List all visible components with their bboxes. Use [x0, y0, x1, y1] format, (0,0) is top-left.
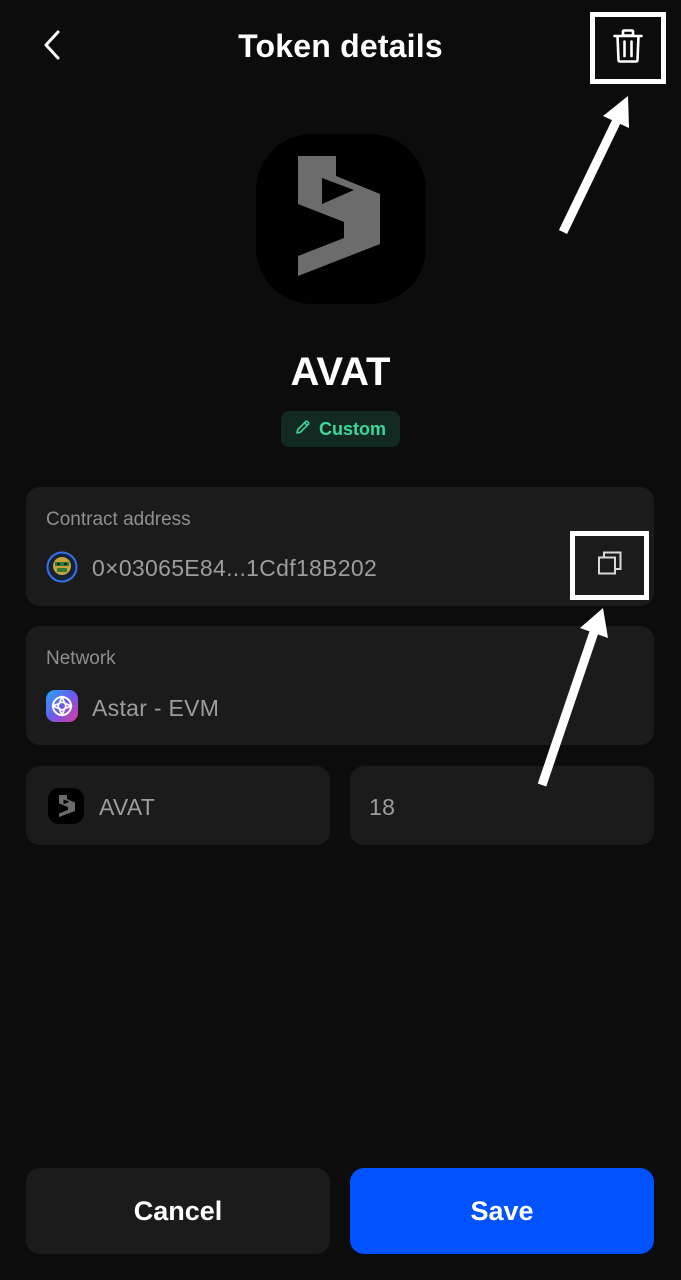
- trash-icon: [613, 28, 643, 68]
- symbol-value: AVAT: [99, 794, 156, 820]
- token-logo: [256, 134, 426, 304]
- contract-address-value: 0×03065E84...1Cdf18B202: [92, 555, 378, 581]
- page-title: Token details: [238, 28, 443, 64]
- save-button[interactable]: Save: [350, 1168, 654, 1254]
- copy-address-button[interactable]: [570, 531, 649, 600]
- decimals-value: 18: [369, 794, 396, 820]
- token-symbol: AVAT: [290, 350, 391, 394]
- network-value: Astar - EVM: [92, 695, 220, 721]
- avat-logo-icon: [296, 154, 386, 285]
- contract-address-card: Contract address 0×03065E84...1Cdf18B202: [26, 487, 654, 606]
- network-card[interactable]: Network Astar - EVM: [26, 626, 654, 745]
- decimals-field[interactable]: 18: [350, 766, 654, 845]
- avat-small-icon: [48, 788, 84, 829]
- network-label: Network: [46, 648, 116, 669]
- symbol-field[interactable]: AVAT: [26, 766, 330, 845]
- custom-badge-label: Custom: [319, 418, 386, 439]
- arrow-to-delete-icon: [558, 96, 629, 234]
- pencil-icon: [295, 419, 311, 440]
- astar-network-icon: [46, 690, 78, 727]
- copy-icon: [596, 549, 624, 582]
- token-details-screen: Token details AVAT Custom Contract addre…: [0, 0, 681, 1280]
- custom-badge: Custom: [281, 411, 400, 447]
- cancel-button[interactable]: Cancel: [26, 1168, 330, 1254]
- contract-address-label: Contract address: [46, 509, 191, 530]
- delete-token-button[interactable]: [590, 12, 666, 84]
- contract-token-icon: [46, 551, 78, 588]
